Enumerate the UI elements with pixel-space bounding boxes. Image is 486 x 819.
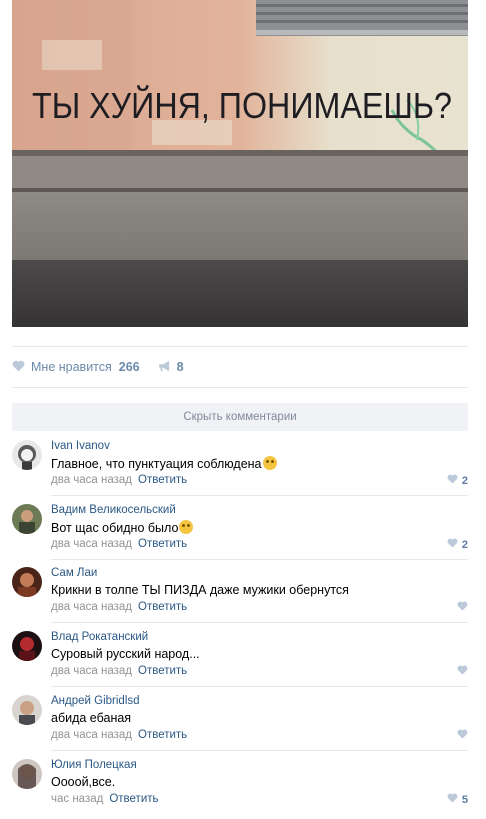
comment: Андрей Gibridlsd абида ебаная два часа н… — [12, 687, 468, 751]
post-actions: Мне нравится 266 8 — [12, 357, 184, 377]
comment-time: два часа назад — [51, 601, 133, 613]
heart-icon — [447, 474, 458, 487]
heart-icon — [457, 729, 468, 742]
avatar[interactable] — [12, 631, 42, 661]
share-count: 8 — [176, 360, 184, 374]
comment-author[interactable]: Влад Рокатанский — [51, 631, 148, 643]
avatar[interactable] — [12, 759, 42, 789]
comment: Ivan Ivanov Главное, что пунктуация собл… — [12, 432, 468, 496]
comment-like-button[interactable]: 2 — [447, 538, 468, 551]
hide-comments-button[interactable]: Скрыть комментарии — [12, 403, 468, 431]
comment-like-count: 2 — [461, 474, 468, 487]
reply-link[interactable]: Ответить — [138, 665, 187, 677]
heart-icon — [457, 665, 468, 678]
comment: Вадим Великосельский Вот щас обидно было… — [12, 496, 468, 560]
like-label: Мне нравится — [31, 360, 112, 374]
comment-text: Крикни в толпе ТЫ ПИЗДА даже мужики обер… — [51, 583, 349, 597]
comment-time: час назад — [51, 793, 104, 805]
megaphone-icon — [158, 360, 172, 375]
comment-text: Оооой,все. — [51, 775, 116, 789]
flushed-emoji-icon — [262, 456, 277, 470]
comment-meta: два часа назад Ответить — [51, 474, 187, 486]
reply-link[interactable]: Ответить — [138, 729, 187, 741]
comment-meta: два часа назад Ответить — [51, 729, 187, 741]
comment-like-button[interactable] — [457, 729, 468, 742]
heart-icon — [447, 538, 458, 551]
comment-like-count: 5 — [461, 793, 468, 806]
comment: Сам Лаи Крикни в толпе ТЫ ПИЗДА даже муж… — [12, 559, 468, 623]
comment-time: два часа назад — [51, 538, 133, 550]
graffiti-text: ТЫ ХУЙНЯ, ПОНИМАЕШЬ? — [32, 84, 452, 126]
comment-author[interactable]: Андрей Gibridlsd — [51, 695, 140, 707]
comment-time: два часа назад — [51, 474, 133, 486]
comment-text: абида ебаная — [51, 711, 132, 725]
pensive-emoji-icon — [179, 520, 194, 534]
comment-meta: два часа назад Ответить — [51, 538, 187, 550]
divider — [12, 387, 468, 388]
comment-author[interactable]: Вадим Великосельский — [51, 504, 176, 516]
comment-meta: два часа назад Ответить — [51, 601, 187, 613]
comment-like-button[interactable]: 2 — [447, 474, 468, 487]
divider — [12, 346, 468, 347]
graffiti-wall-image: ТЫ ХУЙНЯ, ПОНИМАЕШЬ? — [12, 0, 468, 327]
avatar[interactable] — [12, 695, 42, 725]
comment: Юлия Полецкая Оооой,все. час назад Ответи… — [12, 751, 468, 815]
comment-meta: два часа назад Ответить — [51, 665, 187, 677]
reply-link[interactable]: Ответить — [138, 601, 187, 613]
comment-like-button[interactable] — [457, 601, 468, 614]
comment-like-button[interactable] — [457, 665, 468, 678]
comment-like-count: 2 — [461, 538, 468, 551]
avatar[interactable] — [12, 567, 42, 597]
comment-time: два часа назад — [51, 729, 133, 741]
reply-link[interactable]: Ответить — [138, 538, 187, 550]
avatar[interactable] — [12, 440, 42, 470]
heart-icon — [447, 793, 458, 806]
comment-meta: час назад Ответить — [51, 793, 159, 805]
like-button[interactable]: Мне нравится 266 — [12, 360, 140, 375]
like-count: 266 — [118, 360, 140, 374]
post-photo[interactable]: ТЫ ХУЙНЯ, ПОНИМАЕШЬ? — [12, 0, 468, 327]
share-button[interactable]: 8 — [158, 360, 184, 375]
reply-link[interactable]: Ответить — [138, 474, 187, 486]
comment: Влад Рокатанский Суровый русский народ..… — [12, 623, 468, 687]
avatar[interactable] — [12, 504, 42, 534]
comment-author[interactable]: Ivan Ivanov — [51, 440, 110, 452]
comment-text: Вот щас обидно было — [51, 520, 194, 535]
comment-time: два часа назад — [51, 665, 133, 677]
comment-text: Суровый русский народ... — [51, 647, 200, 661]
comment-like-button[interactable]: 5 — [447, 793, 468, 806]
comment-author[interactable]: Сам Лаи — [51, 567, 97, 579]
reply-link[interactable]: Ответить — [109, 793, 158, 805]
heart-icon — [457, 601, 468, 614]
comment-text: Главное, что пунктуация соблюдена — [51, 456, 277, 471]
heart-icon — [12, 360, 25, 375]
comment-author[interactable]: Юлия Полецкая — [51, 759, 137, 771]
